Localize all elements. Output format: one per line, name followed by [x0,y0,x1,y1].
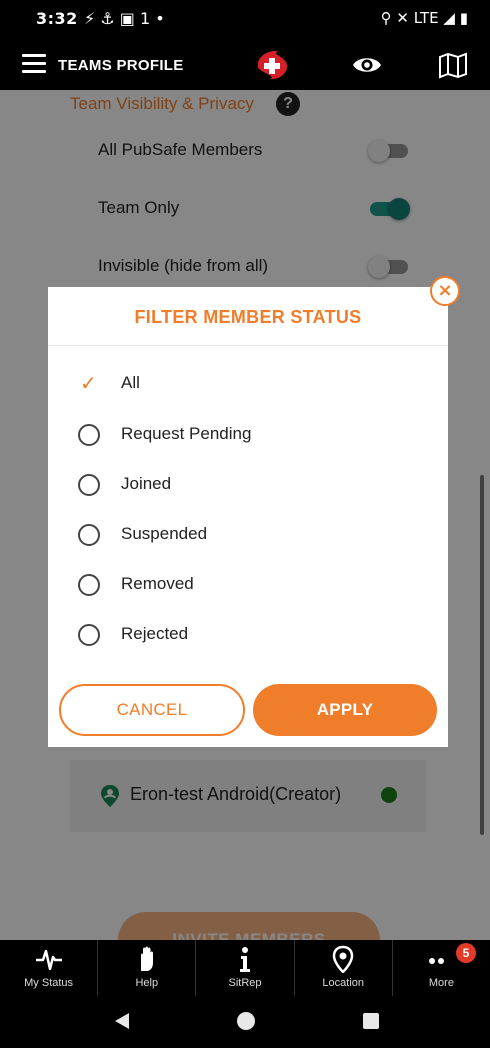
filter-member-status-dialog: FILTER MEMBER STATUS ✓ All Request Pendi… [48,287,448,747]
filter-option-label: Removed [121,574,194,593]
radio-icon[interactable] [78,474,100,496]
filter-option-request-pending[interactable]: Request Pending [76,422,416,452]
system-nav-bar [0,996,490,1048]
app-bar: TEAMS PROFILE [0,40,490,90]
status-icons-left: ⚡ ⚓ ▣ 1 • [84,9,165,28]
radio-icon[interactable] [78,574,100,596]
recent-apps-icon[interactable] [363,1013,379,1029]
back-icon[interactable] [114,1012,130,1030]
map-icon[interactable] [438,51,468,79]
filter-option-suspended[interactable]: Suspended [76,522,416,552]
filter-option-all[interactable]: ✓ All [76,371,416,401]
filter-option-label: All [121,373,140,392]
tab-label: SitRep [228,977,262,989]
apply-button[interactable]: APPLY [253,684,437,736]
dialog-title: FILTER MEMBER STATUS [134,307,362,327]
tab-label: More [428,977,454,989]
status-time: 3:32 [36,9,78,28]
info-icon [240,947,250,972]
checkmark-icon: ✓ [80,371,97,395]
eye-icon[interactable] [352,52,382,78]
close-icon[interactable]: × [430,276,460,306]
tab-more[interactable]: 5 More [393,940,490,996]
status-icons-right: ⚲ ✕ LTE ◢ ▮ [380,9,468,27]
notification-badge: 5 [456,943,477,963]
filter-option-label: Suspended [121,524,208,543]
location-pin-icon [332,945,354,973]
radio-icon[interactable] [78,524,100,546]
tab-location[interactable]: Location [295,940,393,996]
tab-my-status[interactable]: My Status [0,940,99,996]
pulse-icon [35,949,62,971]
tab-sitrep[interactable]: SitRep [196,940,295,996]
dialog-divider [48,345,448,346]
page-title: TEAMS PROFILE [58,57,184,74]
menu-icon[interactable] [22,54,46,74]
tab-label: My Status [24,977,74,989]
filter-option-label: Request Pending [121,424,252,443]
filter-option-removed[interactable]: Removed [76,572,416,602]
tab-label: Location [322,977,364,989]
hand-icon [140,946,153,971]
more-dots-icon [429,958,445,964]
filter-option-rejected[interactable]: Rejected [76,622,416,652]
filter-option-label: Rejected [121,624,189,643]
cancel-button[interactable]: CANCEL [59,684,245,736]
app-logo [257,50,288,80]
tab-label: Help [135,977,159,989]
tab-help[interactable]: Help [98,940,197,996]
home-icon[interactable] [237,1012,255,1030]
filter-option-joined[interactable]: Joined [76,472,416,502]
radio-icon[interactable] [78,624,100,646]
radio-icon[interactable] [78,424,100,446]
status-bar: 3:32 ⚡ ⚓ ▣ 1 • ⚲ ✕ LTE ◢ ▮ [0,0,490,40]
bottom-tab-bar: My Status Help SitRep Location 5 More [0,940,490,996]
filter-option-label: Joined [121,474,172,493]
